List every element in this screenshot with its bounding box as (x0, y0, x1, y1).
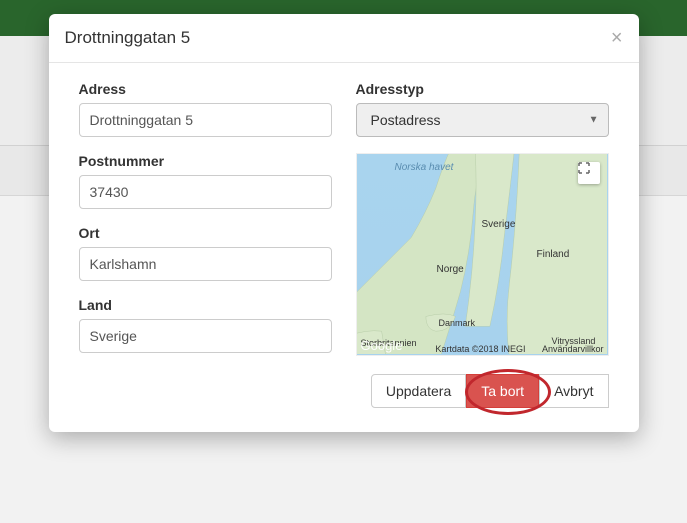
address-input[interactable] (79, 103, 332, 137)
update-button[interactable]: Uppdatera (371, 374, 466, 408)
city-label: Ort (79, 225, 332, 241)
map-label-sweden: Sverige (482, 219, 516, 230)
button-row: Uppdatera Ta bort Avbryt (356, 374, 609, 408)
map-terms-link[interactable]: Användarvillkor (542, 344, 604, 354)
modal-overlay: Drottninggatan 5 × Adress Postnummer Ort (0, 0, 687, 523)
country-input[interactable] (79, 319, 332, 353)
country-label: Land (79, 297, 332, 313)
map-label-norway: Norge (437, 264, 464, 275)
address-label: Adress (79, 81, 332, 97)
delete-button[interactable]: Ta bort (466, 374, 539, 408)
right-column: Adresstyp Postadress ▼ No (356, 81, 609, 408)
postal-input[interactable] (79, 175, 332, 209)
city-input[interactable] (79, 247, 332, 281)
google-logo: Google (361, 338, 403, 353)
address-modal: Drottninggatan 5 × Adress Postnummer Ort (49, 14, 639, 432)
modal-body: Adress Postnummer Ort Land Ad (49, 63, 639, 432)
cancel-button[interactable]: Avbryt (539, 374, 608, 408)
type-select[interactable]: Postadress (356, 103, 609, 137)
fullscreen-icon[interactable] (578, 162, 600, 184)
map[interactable]: Norska havet Norge Sverige Finland Danma… (356, 153, 609, 356)
type-label: Adresstyp (356, 81, 609, 97)
close-icon[interactable]: × (611, 28, 623, 48)
map-label-finland: Finland (537, 249, 570, 260)
map-attribution: Kartdata ©2018 INEGI (435, 344, 525, 354)
postal-label: Postnummer (79, 153, 332, 169)
modal-title: Drottninggatan 5 (65, 28, 191, 48)
map-label-sea: Norska havet (395, 162, 454, 173)
modal-header: Drottninggatan 5 × (49, 14, 639, 63)
left-column: Adress Postnummer Ort Land (79, 81, 332, 408)
map-label-denmark: Danmark (439, 318, 476, 328)
